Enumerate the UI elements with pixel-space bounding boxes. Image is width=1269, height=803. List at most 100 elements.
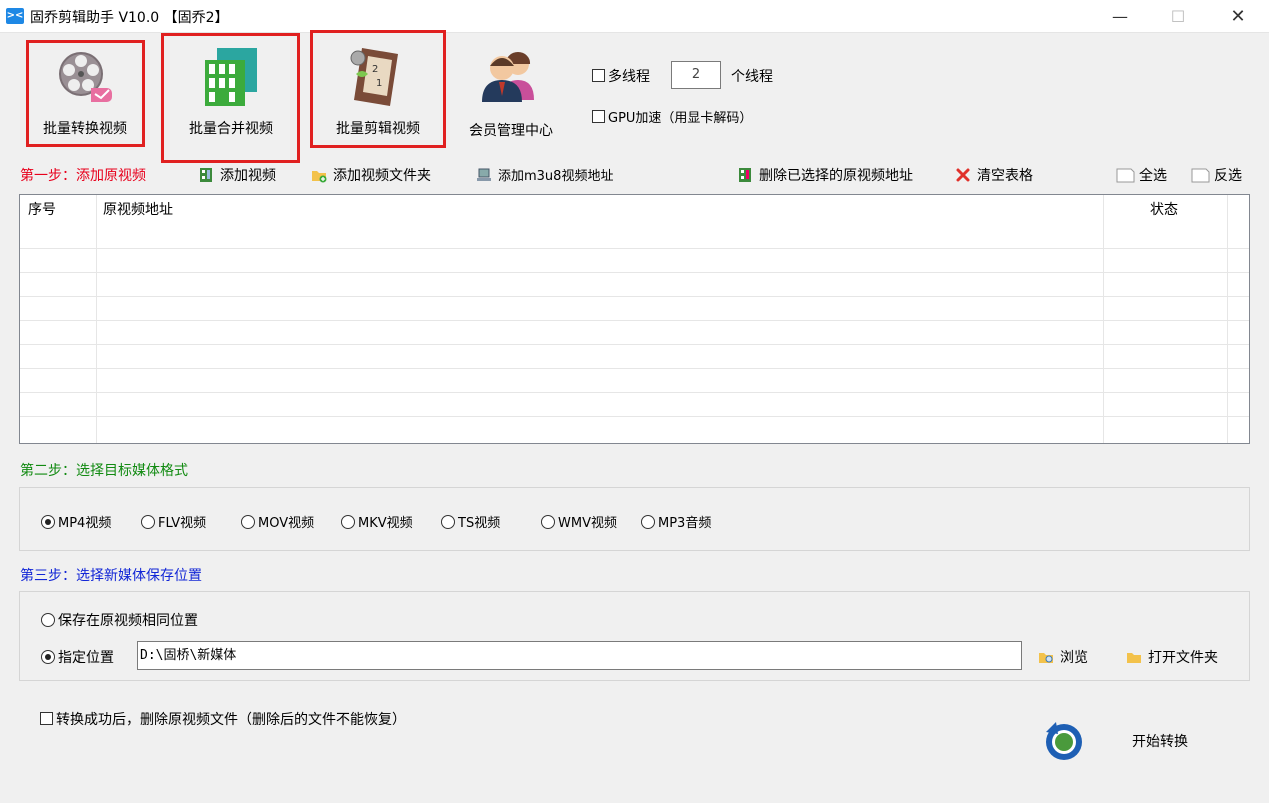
film-add-icon [200,168,212,182]
refresh-icon[interactable] [1042,718,1086,762]
checkbox-box [40,712,53,725]
member-center-button[interactable]: 会员管理中心 [460,40,562,140]
select-all-label: 全选 [1139,168,1167,184]
page-icon [1191,168,1210,183]
page-icon [1116,168,1135,183]
batch-convert-button[interactable]: 批量转换视频 [28,40,142,144]
specified-location-label: 指定位置 [58,650,114,666]
thread-unit-label: 个线程 [731,69,773,85]
clear-table-button[interactable]: 清空表格 [955,165,1033,185]
format-mp4-radio[interactable]: MP4视频 [41,512,111,531]
delete-selected-button[interactable]: 删除已选择的原视频地址 [737,165,913,185]
network-icon [477,168,491,181]
batch-edit-button[interactable]: 2 1 批量剪辑视频 [313,32,443,148]
format-ts-radio[interactable]: TS视频 [441,512,500,531]
start-convert-button[interactable]: 开始转换 [1132,731,1188,751]
radio-dot [341,515,355,529]
svg-text:2: 2 [372,64,378,75]
column-divider [1227,195,1228,443]
row-divider [20,416,1249,417]
format-label: WMV视频 [558,516,617,531]
format-label: MOV视频 [258,516,315,531]
batch-merge-label: 批量合并视频 [189,121,273,137]
add-m3u8-button[interactable]: 添加m3u8视频地址 [476,165,613,184]
invert-label: 反选 [1214,168,1242,184]
red-x-icon [956,168,970,182]
column-divider [1103,195,1104,443]
same-location-label: 保存在原视频相同位置 [58,613,198,629]
batch-edit-label: 批量剪辑视频 [336,121,420,137]
radio-dot [441,515,455,529]
browse-button[interactable]: 浏览 [1038,647,1088,667]
film-strip-icon: 2 1 [350,48,398,106]
format-mkv-radio[interactable]: MKV视频 [341,512,413,531]
invert-selection-button[interactable]: 反选 [1191,165,1242,185]
film-delete-icon [739,168,751,182]
row-divider [20,392,1249,393]
column-header-index[interactable]: 序号 [28,195,56,225]
window-title: 固乔剪辑助手 V10.0 【固乔2】 [30,10,229,26]
format-label: MKV视频 [358,516,413,531]
radio-dot [41,515,55,529]
step3-label: 第三步：选择新媒体保存位置 [20,568,202,584]
delete-after-convert-checkbox[interactable]: 转换成功后，删除原视频文件（删除后的文件不能恢复） [40,709,406,729]
batch-merge-button[interactable]: 批量合并视频 [163,34,299,162]
checkbox-box [592,110,605,123]
row-divider [20,296,1249,297]
users-icon [482,51,534,102]
column-header-path[interactable]: 原视频地址 [103,195,173,225]
radio-dot [641,515,655,529]
format-label: MP3音频 [658,516,712,531]
column-header-status[interactable]: 状态 [1150,195,1178,225]
svg-text:1: 1 [376,78,382,89]
delete-after-label: 转换成功后，删除原视频文件（删除后的文件不能恢复） [56,712,406,728]
clear-table-label: 清空表格 [977,168,1033,184]
step1-label: 第一步：添加原视频 [20,168,146,184]
select-all-button[interactable]: 全选 [1116,165,1167,185]
radio-dot [41,650,55,664]
multithread-label: 多线程 [608,69,650,85]
open-folder-button[interactable]: 打开文件夹 [1126,647,1218,667]
thread-count-input[interactable]: 2 [671,61,721,89]
close-button[interactable]: ✕ [1215,0,1261,33]
format-mov-radio[interactable]: MOV视频 [241,512,314,531]
specified-location-radio[interactable]: 指定位置 [41,647,114,667]
add-m3u8-label: 添加m3u8视频地址 [498,169,614,184]
add-video-button[interactable]: 添加视频 [198,165,276,185]
format-label: FLV视频 [158,516,207,531]
multithread-checkbox[interactable]: 多线程 [592,66,650,86]
open-folder-label: 打开文件夹 [1148,650,1218,666]
browse-label: 浏览 [1060,650,1088,666]
radio-dot [241,515,255,529]
title-bar: >< 固乔剪辑助手 V10.0 【固乔2】 — ☐ ✕ [0,0,1269,33]
format-wmv-radio[interactable]: WMV视频 [541,512,617,531]
batch-convert-label: 批量转换视频 [43,121,127,137]
save-path-input[interactable]: D:\固桥\新媒体 [137,641,1022,670]
gpu-acceleration-checkbox[interactable]: GPU加速（用显卡解码） [592,107,752,126]
format-flv-radio[interactable]: FLV视频 [141,512,206,531]
delete-selected-label: 删除已选择的原视频地址 [759,168,913,184]
app-logo-icon: >< [6,8,24,24]
format-label: TS视频 [458,516,501,531]
radio-dot [141,515,155,529]
minimize-button[interactable]: — [1097,0,1143,33]
add-folder-button[interactable]: 添加视频文件夹 [311,165,431,185]
video-list-table[interactable]: 序号 原视频地址 状态 [19,194,1250,444]
radio-dot [541,515,555,529]
row-divider [20,344,1249,345]
format-mp3-radio[interactable]: MP3音频 [641,512,711,531]
maximize-button[interactable]: ☐ [1155,0,1201,33]
add-folder-label: 添加视频文件夹 [333,168,431,184]
folder-add-icon [312,171,327,183]
folder-search-icon [1039,653,1053,663]
step2-label: 第二步：选择目标媒体格式 [20,463,188,479]
row-divider [20,248,1249,249]
row-divider [20,272,1249,273]
row-divider [20,368,1249,369]
film-reel-icon [59,52,112,102]
gpu-label: GPU加速（用显卡解码） [608,111,753,126]
merge-video-icon [205,48,257,106]
same-location-radio[interactable]: 保存在原视频相同位置 [41,610,198,630]
member-center-label: 会员管理中心 [469,123,553,139]
row-divider [20,320,1249,321]
